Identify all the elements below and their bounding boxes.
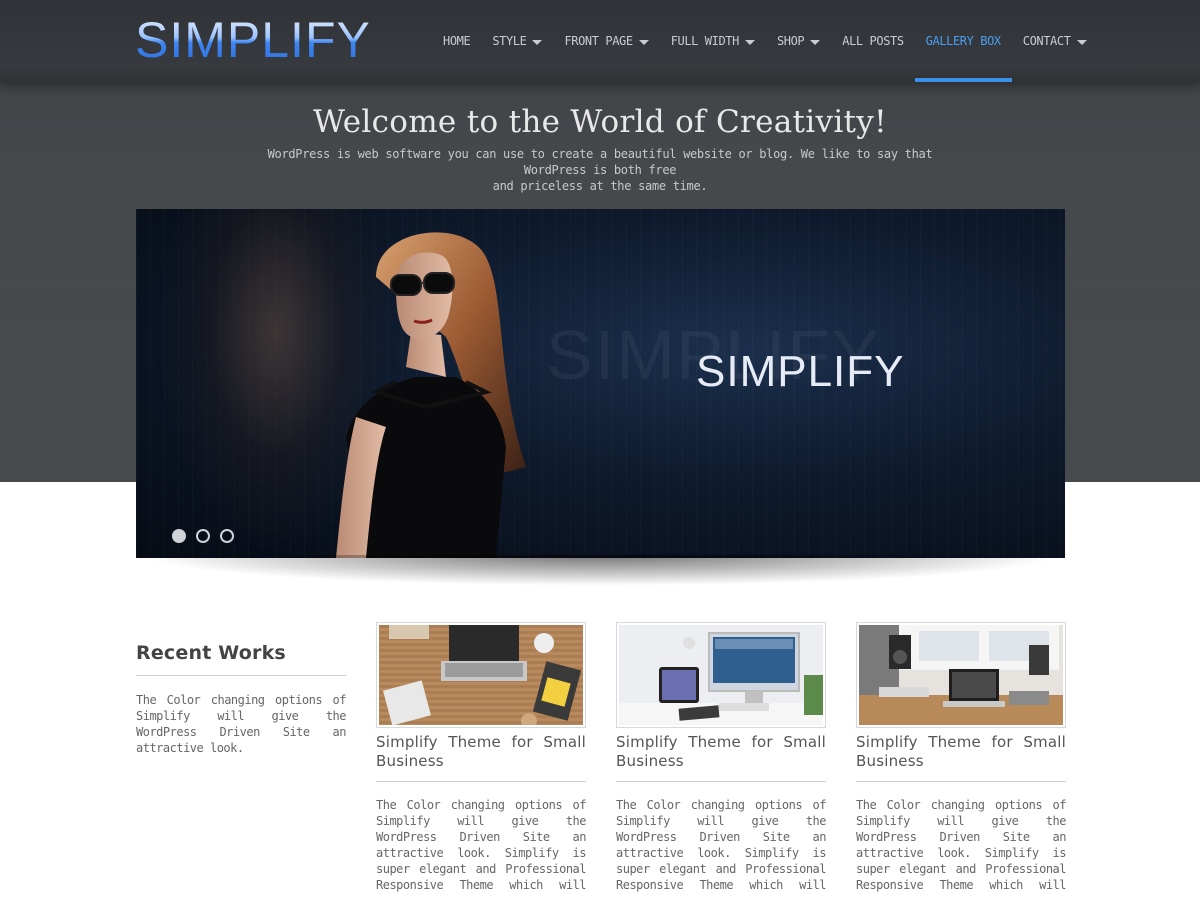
nav-item-full-width[interactable]: FULL WIDTH bbox=[660, 0, 766, 82]
work-card-title[interactable]: Simplify Theme for Small Business bbox=[616, 733, 826, 771]
work-thumbnail[interactable] bbox=[376, 622, 586, 729]
hero-subtitle-line: WordPress is web software you can use to… bbox=[267, 147, 933, 177]
nav-label: FRONT PAGE bbox=[564, 34, 633, 48]
site-header: SIMPLIFY HOME STYLE FRONT PAGE FULL WIDT… bbox=[0, 0, 1200, 82]
desk-laptop-image bbox=[379, 625, 583, 729]
divider bbox=[136, 675, 346, 676]
nav-item-shop[interactable]: SHOP bbox=[766, 0, 831, 82]
nav-label: SHOP bbox=[776, 34, 805, 48]
nav-item-contact[interactable]: CONTACT bbox=[1012, 0, 1098, 82]
nav-item-gallery-box[interactable]: GALLERY BOX bbox=[914, 0, 1012, 82]
nav-label: GALLERY BOX bbox=[925, 34, 1001, 48]
imac-desk-image bbox=[619, 625, 823, 725]
nav-label: FULL WIDTH bbox=[670, 34, 740, 48]
hero-subtitle-line: and priceless at the same time. bbox=[492, 179, 708, 193]
work-card-text: The Color changing options of Simplify w… bbox=[376, 798, 586, 892]
work-thumbnail[interactable] bbox=[616, 622, 826, 728]
nav-label: CONTACT bbox=[1022, 34, 1071, 48]
nav-item-home[interactable]: HOME bbox=[432, 0, 481, 82]
caret-down-icon bbox=[810, 39, 821, 45]
main-nav: HOME STYLE FRONT PAGE FULL WIDTH SHOP AL… bbox=[432, 0, 1098, 82]
nav-label: STYLE bbox=[492, 34, 527, 48]
slide-logo: SIMPLIFY bbox=[696, 347, 905, 396]
divider bbox=[616, 781, 826, 782]
hero-title: Welcome to the World of Creativity! bbox=[313, 104, 887, 140]
work-thumbnail[interactable] bbox=[856, 622, 1066, 728]
work-card-title[interactable]: Simplify Theme for Small Business bbox=[856, 733, 1066, 771]
image-slider[interactable]: SIMPLIFY SIMPLIFY bbox=[136, 209, 1065, 558]
slider-dot-3[interactable] bbox=[220, 529, 234, 543]
work-card: Simplify Theme for Small Business The Co… bbox=[616, 622, 826, 893]
recent-works-description: The Color changing options of Simplify w… bbox=[136, 693, 347, 755]
slider-dot-2[interactable] bbox=[196, 529, 210, 543]
caret-down-icon bbox=[532, 39, 543, 45]
studio-laptop-image bbox=[859, 625, 1063, 725]
divider bbox=[856, 781, 1066, 782]
nav-label: ALL POSTS bbox=[842, 34, 904, 48]
recent-works-title: Recent Works bbox=[136, 642, 286, 664]
work-card: Simplify Theme for Small Business The Co… bbox=[376, 622, 586, 893]
work-card-title[interactable]: Simplify Theme for Small Business bbox=[376, 733, 586, 771]
slider-dot-1[interactable] bbox=[172, 529, 186, 543]
site-logo[interactable]: SIMPLIFY bbox=[135, 14, 371, 66]
work-card-text: The Color changing options of Simplify w… bbox=[856, 798, 1066, 892]
nav-item-front-page[interactable]: FRONT PAGE bbox=[553, 0, 659, 82]
caret-down-icon bbox=[638, 39, 649, 45]
slider-pagination bbox=[172, 529, 234, 543]
caret-down-icon bbox=[1076, 39, 1087, 45]
work-card-text: The Color changing options of Simplify w… bbox=[616, 798, 826, 892]
nav-item-all-posts[interactable]: ALL POSTS bbox=[831, 0, 914, 82]
work-card: Simplify Theme for Small Business The Co… bbox=[856, 622, 1066, 893]
divider bbox=[376, 781, 586, 782]
slide-model-image bbox=[336, 232, 526, 558]
hero-subtitle: WordPress is web software you can use to… bbox=[250, 146, 950, 194]
nav-item-style[interactable]: STYLE bbox=[481, 0, 553, 82]
slider-shadow bbox=[150, 555, 1050, 585]
nav-label: HOME bbox=[443, 34, 471, 48]
caret-down-icon bbox=[744, 39, 755, 45]
